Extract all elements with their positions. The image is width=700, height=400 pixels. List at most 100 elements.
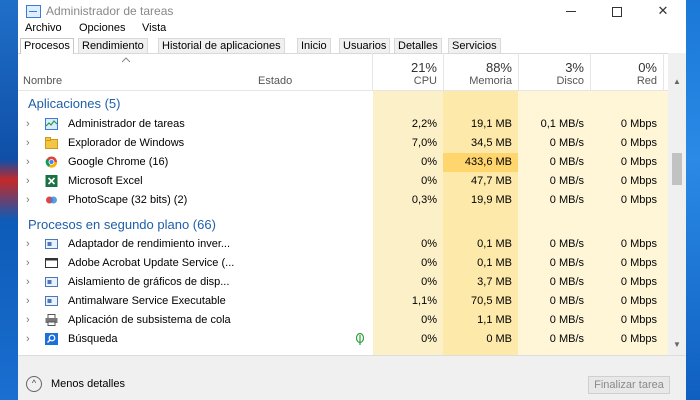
cpu-value: 0% — [421, 314, 437, 326]
maximize-button[interactable] — [594, 0, 640, 22]
memory-value: 0,1 MB — [477, 238, 512, 250]
tab-usuarios[interactable]: Usuarios — [339, 38, 391, 53]
title-bar[interactable]: Administrador de tareas ✕ — [18, 0, 686, 22]
table-row[interactable]: › Aislamiento de gráficos de disp... 0% … — [18, 273, 668, 292]
window-title: Administrador de tareas — [46, 4, 174, 18]
cpu-value: 7,0% — [411, 137, 437, 149]
column-header: Nombre Estado 21% CPU 88% Memoria 3% Dis… — [18, 53, 668, 91]
table-row[interactable]: › Adaptador de rendimiento inver... 0% 0… — [18, 235, 668, 254]
process-name: Aplicación de subsistema de cola — [68, 314, 231, 326]
header-cpu-percent: 21% — [410, 60, 437, 75]
desktop-background-right — [686, 0, 700, 400]
table-row[interactable]: › Google Chrome (16) 0% 433,6 MB 0 MB/s … — [18, 153, 668, 172]
photoscape-icon — [46, 196, 57, 204]
memory-value: 19,1 MB — [471, 118, 512, 130]
tab-inicio[interactable]: Inicio — [297, 38, 331, 53]
expand-chevron-icon[interactable]: › — [26, 257, 36, 269]
scroll-down-icon[interactable]: ▼ — [668, 338, 686, 352]
menu-vista[interactable]: Vista — [140, 22, 168, 34]
disk-value: 0 MB/s — [549, 238, 584, 250]
table-row[interactable]: › PhotoScape (32 bits) (2) 0,3% 19,9 MB … — [18, 191, 668, 210]
cpu-value: 1,1% — [411, 295, 437, 307]
expand-chevron-icon[interactable]: › — [26, 276, 36, 288]
suspended-leaf-icon — [355, 333, 365, 345]
table-row[interactable]: › Administrador de tareas 2,2% 19,1 MB 0… — [18, 115, 668, 134]
expand-chevron-icon[interactable]: › — [26, 156, 36, 168]
tab-procesos[interactable]: Procesos — [20, 38, 74, 54]
expand-chevron-icon[interactable]: › — [26, 118, 36, 130]
sort-ascending-icon[interactable] — [122, 56, 130, 64]
maximize-icon — [612, 6, 622, 17]
header-name[interactable]: Nombre — [23, 75, 62, 87]
header-status[interactable]: Estado — [258, 75, 292, 87]
memory-value: 0 MB — [486, 333, 512, 345]
task-manager-icon — [45, 118, 58, 130]
memory-value: 433,6 MB — [443, 153, 518, 172]
search-icon — [45, 333, 58, 345]
menu-archivo[interactable]: Archivo — [23, 22, 64, 34]
network-value: 0 Mbps — [620, 194, 657, 206]
process-name: PhotoScape (32 bits) (2) — [68, 194, 188, 206]
tab-servicios[interactable]: Servicios — [448, 38, 501, 53]
task-manager-window: Administrador de tareas ✕ Archivo Opcion… — [18, 0, 686, 400]
header-cpu[interactable]: CPU — [373, 75, 437, 87]
expand-chevron-icon[interactable]: › — [26, 295, 36, 307]
header-memory[interactable]: Memoria — [443, 75, 512, 87]
cpu-value: 0% — [421, 257, 437, 269]
disk-value: 0,1 MB/s — [540, 118, 584, 130]
scroll-thumb[interactable] — [672, 153, 682, 185]
disk-value: 0 MB/s — [549, 194, 584, 206]
chrome-icon — [45, 156, 58, 168]
cpu-value: 0% — [421, 276, 437, 288]
tab-rendimiento[interactable]: Rendimiento — [78, 38, 148, 53]
expand-chevron-icon[interactable]: › — [26, 194, 36, 206]
header-network[interactable]: Red — [590, 75, 657, 87]
network-value: 0 Mbps — [620, 137, 657, 149]
expand-chevron-icon[interactable]: › — [26, 238, 36, 250]
tab-detalles[interactable]: Detalles — [394, 38, 442, 53]
process-name: Búsqueda — [68, 333, 118, 345]
cpu-value: 0% — [421, 156, 437, 168]
disk-value: 0 MB/s — [549, 257, 584, 269]
table-row[interactable]: › Adobe Acrobat Update Service (... 0% 0… — [18, 254, 668, 273]
table-row[interactable]: › Explorador de Windows 7,0% 34,5 MB 0 M… — [18, 134, 668, 153]
menu-opciones[interactable]: Opciones — [77, 22, 127, 34]
memory-value: 47,7 MB — [471, 175, 512, 187]
process-name: Adaptador de rendimiento inver... — [68, 238, 231, 250]
network-value: 0 Mbps — [620, 257, 657, 269]
expand-chevron-icon[interactable]: › — [26, 175, 36, 187]
tab-historial[interactable]: Historial de aplicaciones — [158, 38, 285, 53]
process-name: Antimalware Service Executable — [68, 295, 226, 307]
process-name: Google Chrome (16) — [68, 156, 169, 168]
process-name: Explorador de Windows — [68, 137, 185, 149]
expand-chevron-icon[interactable]: › — [26, 333, 36, 345]
cpu-value: 0% — [421, 333, 437, 345]
table-row[interactable]: › Microsoft Excel 0% 47,7 MB 0 MB/s 0 Mb… — [18, 172, 668, 191]
tab-bar: Procesos Rendimiento Historial de aplica… — [18, 38, 686, 54]
table-row[interactable]: › Aplicación de subsistema de cola 0% 1,… — [18, 311, 668, 330]
memory-value: 0,1 MB — [477, 257, 512, 269]
memory-value: 1,1 MB — [477, 314, 512, 326]
fewer-details-link[interactable]: Menos detalles — [51, 378, 125, 390]
disk-value: 0 MB/s — [549, 156, 584, 168]
scroll-up-icon[interactable]: ▲ — [668, 75, 686, 89]
vertical-scrollbar[interactable]: ▲ ▼ — [668, 53, 686, 355]
disk-value: 0 MB/s — [549, 314, 584, 326]
table-row[interactable]: › Búsqueda 0% 0 MB 0 MB/s 0 Mbps — [18, 330, 668, 349]
disk-value: 0 MB/s — [549, 137, 584, 149]
close-button[interactable]: ✕ — [640, 0, 686, 22]
table-row[interactable]: › Antimalware Service Executable 1,1% 70… — [18, 292, 668, 311]
header-disk[interactable]: Disco — [518, 75, 584, 87]
memory-value: 70,5 MB — [471, 295, 512, 307]
expand-chevron-icon[interactable]: › — [26, 314, 36, 326]
group-applications: Aplicaciones (5) — [28, 96, 121, 111]
disk-value: 0 MB/s — [549, 276, 584, 288]
expand-chevron-icon[interactable]: › — [26, 137, 36, 149]
chevron-up-circle-icon[interactable]: ^ — [26, 376, 42, 392]
minimize-button[interactable] — [548, 0, 594, 22]
disk-value: 0 MB/s — [549, 175, 584, 187]
network-value: 0 Mbps — [620, 295, 657, 307]
end-task-button[interactable]: Finalizar tarea — [588, 376, 670, 394]
menu-bar: Archivo Opciones Vista — [18, 22, 686, 38]
header-disk-percent: 3% — [565, 60, 584, 75]
